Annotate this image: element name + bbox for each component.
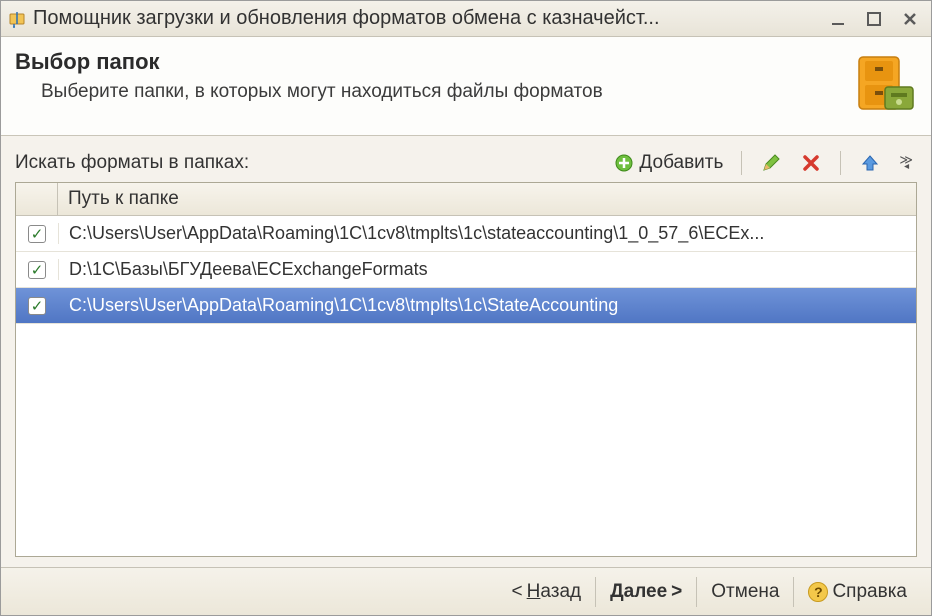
add-button[interactable]: Добавить	[609, 150, 727, 176]
row-checkbox-cell: ✓	[16, 261, 58, 279]
minimize-button[interactable]	[823, 6, 853, 32]
window-title: Помощник загрузки и обновления форматов …	[33, 7, 817, 30]
row-path: C:\Users\User\AppData\Roaming\1C\1cv8\tm…	[58, 295, 916, 316]
row-path: C:\Users\User\AppData\Roaming\1C\1cv8\tm…	[58, 223, 916, 244]
next-button[interactable]: Далее >	[596, 575, 696, 609]
cancel-button[interactable]: Отмена	[697, 575, 793, 609]
delete-icon	[800, 152, 822, 174]
help-icon: ?	[808, 582, 828, 602]
table-row[interactable]: ✓ D:\1С\Базы\БГУДеева\ECExchangeFormats	[16, 252, 916, 288]
row-checkbox[interactable]: ✓	[28, 297, 46, 315]
row-path: D:\1С\Базы\БГУДеева\ECExchangeFormats	[58, 259, 916, 280]
app-icon	[7, 9, 27, 29]
chevron-left-icon: <	[512, 581, 523, 603]
titlebar: Помощник загрузки и обновления форматов …	[1, 1, 931, 37]
move-up-button[interactable]	[855, 150, 885, 176]
page-subtitle: Выберите папки, в которых могут находить…	[15, 81, 837, 103]
separator	[741, 151, 742, 175]
more-button[interactable]: ≫▾	[895, 154, 917, 172]
add-button-label: Добавить	[639, 152, 723, 174]
toolbar: Искать форматы в папках: Добавить	[15, 150, 917, 176]
row-checkbox-cell: ✓	[16, 225, 58, 243]
content-area: Выбор папок Выберите папки, в которых мо…	[1, 37, 931, 615]
dialog-window: Помощник загрузки и обновления форматов …	[0, 0, 932, 616]
delete-button[interactable]	[796, 150, 826, 176]
header-panel: Выбор папок Выберите папки, в которых мо…	[1, 37, 931, 136]
table-header: Путь к папке	[16, 183, 916, 216]
checkbox-column-header	[16, 183, 58, 215]
wizard-footer: < Назад Далее > Отмена ? Справка	[1, 567, 931, 615]
close-button[interactable]	[895, 6, 925, 32]
table-row[interactable]: ✓ C:\Users\User\AppData\Roaming\1C\1cv8\t…	[16, 216, 916, 252]
pencil-icon	[760, 152, 782, 174]
arrow-up-icon	[859, 152, 881, 174]
chevron-right-icon: >	[671, 581, 682, 603]
maximize-button[interactable]	[859, 6, 889, 32]
folders-table: Путь к папке ✓ C:\Users\User\AppData\Roam…	[15, 182, 917, 557]
table-row[interactable]: ✓ C:\Users\User\AppData\Roaming\1C\1cv8\t…	[16, 288, 916, 324]
path-column-header: Путь к папке	[58, 183, 916, 215]
separator	[840, 151, 841, 175]
back-button[interactable]: < Назад	[498, 575, 596, 609]
page-title: Выбор папок	[15, 49, 837, 75]
chevron-more-icon: ≫▾	[899, 156, 913, 170]
table-body: ✓ C:\Users\User\AppData\Roaming\1C\1cv8\t…	[16, 216, 916, 556]
help-button-label: Справка	[832, 581, 907, 603]
row-checkbox-cell: ✓	[16, 297, 58, 315]
wizard-icon	[847, 49, 917, 119]
row-checkbox[interactable]: ✓	[28, 225, 46, 243]
help-button[interactable]: ? Справка	[794, 575, 921, 609]
add-icon	[613, 152, 635, 174]
row-checkbox[interactable]: ✓	[28, 261, 46, 279]
search-label: Искать форматы в папках:	[15, 152, 609, 174]
edit-button[interactable]	[756, 150, 786, 176]
